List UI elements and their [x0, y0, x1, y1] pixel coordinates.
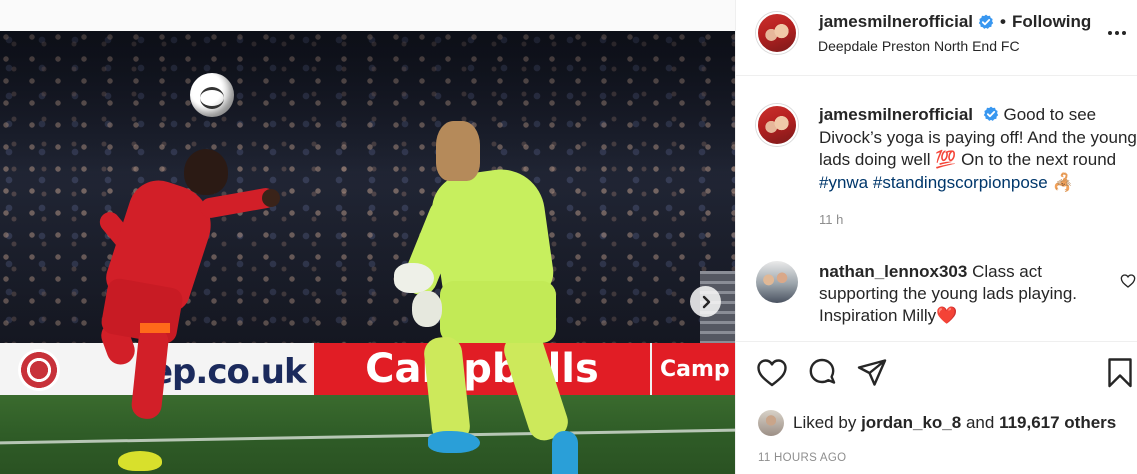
post-photo[interactable]: ep.co.uk Campbells Camp [0, 31, 735, 474]
red-player-sock-band [140, 323, 170, 333]
verified-badge-icon [983, 106, 998, 121]
hashtag-link[interactable]: #ynwa [819, 173, 868, 192]
caption-emoji: 🦂 [1047, 172, 1074, 192]
liker-username[interactable]: jordan_ko_8 [861, 413, 961, 433]
header-separator: • [1000, 12, 1006, 31]
verified-badge-icon [978, 14, 994, 29]
ad-board-center: Campbells [314, 343, 650, 395]
following-button[interactable]: Following [1012, 12, 1091, 32]
top-strip [0, 0, 735, 31]
goalkeeper-front-boot [428, 431, 480, 453]
goalkeeper-head [436, 121, 480, 181]
author-avatar[interactable] [756, 12, 798, 54]
hashtag-link[interactable]: #standingscorpionpose [873, 173, 1048, 192]
post-side-panel: jamesmilnerofficial • Following Deepdale… [735, 0, 1137, 474]
comments-section: jamesmilnerofficial Good to see Divock’s… [736, 76, 1137, 342]
post-caption: jamesmilnerofficial Good to see Divock’s… [819, 104, 1137, 194]
next-photo-button[interactable] [690, 286, 721, 317]
post-header: jamesmilnerofficial • Following Deepdale… [736, 0, 1137, 76]
comment-like-heart-icon[interactable] [1120, 273, 1136, 289]
goalkeeper-back-boot [552, 431, 578, 474]
likes-summary: Liked by jordan_ko_8 and 119,617 others [758, 410, 1116, 436]
more-options-icon[interactable] [1108, 26, 1128, 40]
ad-left-text: ep.co.uk [150, 352, 307, 392]
post-timestamp[interactable]: 11 HOURS AGO [758, 452, 846, 464]
author-username[interactable]: jamesmilnerofficial [819, 12, 973, 32]
paper-plane-icon[interactable] [855, 356, 889, 390]
football [190, 73, 234, 117]
post-location[interactable]: Deepdale Preston North End FC [818, 38, 1020, 54]
goalkeeper-glove-upper [394, 263, 434, 293]
comment-bubble-icon[interactable] [805, 356, 839, 390]
commenter-avatar[interactable] [756, 261, 798, 303]
rose-logo-icon [18, 349, 60, 391]
post-actions-bar [736, 356, 1137, 396]
goalkeeper-glove-lower [412, 291, 442, 327]
red-player-head [184, 149, 228, 195]
caption-username[interactable]: jamesmilnerofficial [819, 105, 973, 124]
likes-connector: and [965, 413, 995, 432]
comment-item: nathan_lennox303 Class act supporting th… [819, 261, 1109, 327]
chevron-right-icon [702, 295, 710, 308]
likes-prefix: Liked by [793, 413, 857, 432]
ad-center-text: Campbells [365, 346, 599, 392]
heart-icon[interactable] [755, 356, 789, 390]
caption-author-avatar[interactable] [756, 104, 798, 146]
red-player-hand [262, 189, 280, 207]
commenter-username[interactable]: nathan_lennox303 [819, 262, 967, 281]
header-user-line: jamesmilnerofficial • Following [819, 12, 1091, 32]
liker-avatar[interactable] [758, 410, 784, 436]
caption-time[interactable]: 11 h [819, 212, 843, 227]
goalkeeper-shorts [440, 281, 556, 343]
bookmark-icon[interactable] [1103, 356, 1137, 390]
ad-right-text: Camp [660, 356, 730, 382]
likes-others-link[interactable]: 119,617 others [999, 413, 1116, 433]
ad-board-right: Camp [652, 343, 735, 395]
red-player-boot [118, 451, 162, 471]
